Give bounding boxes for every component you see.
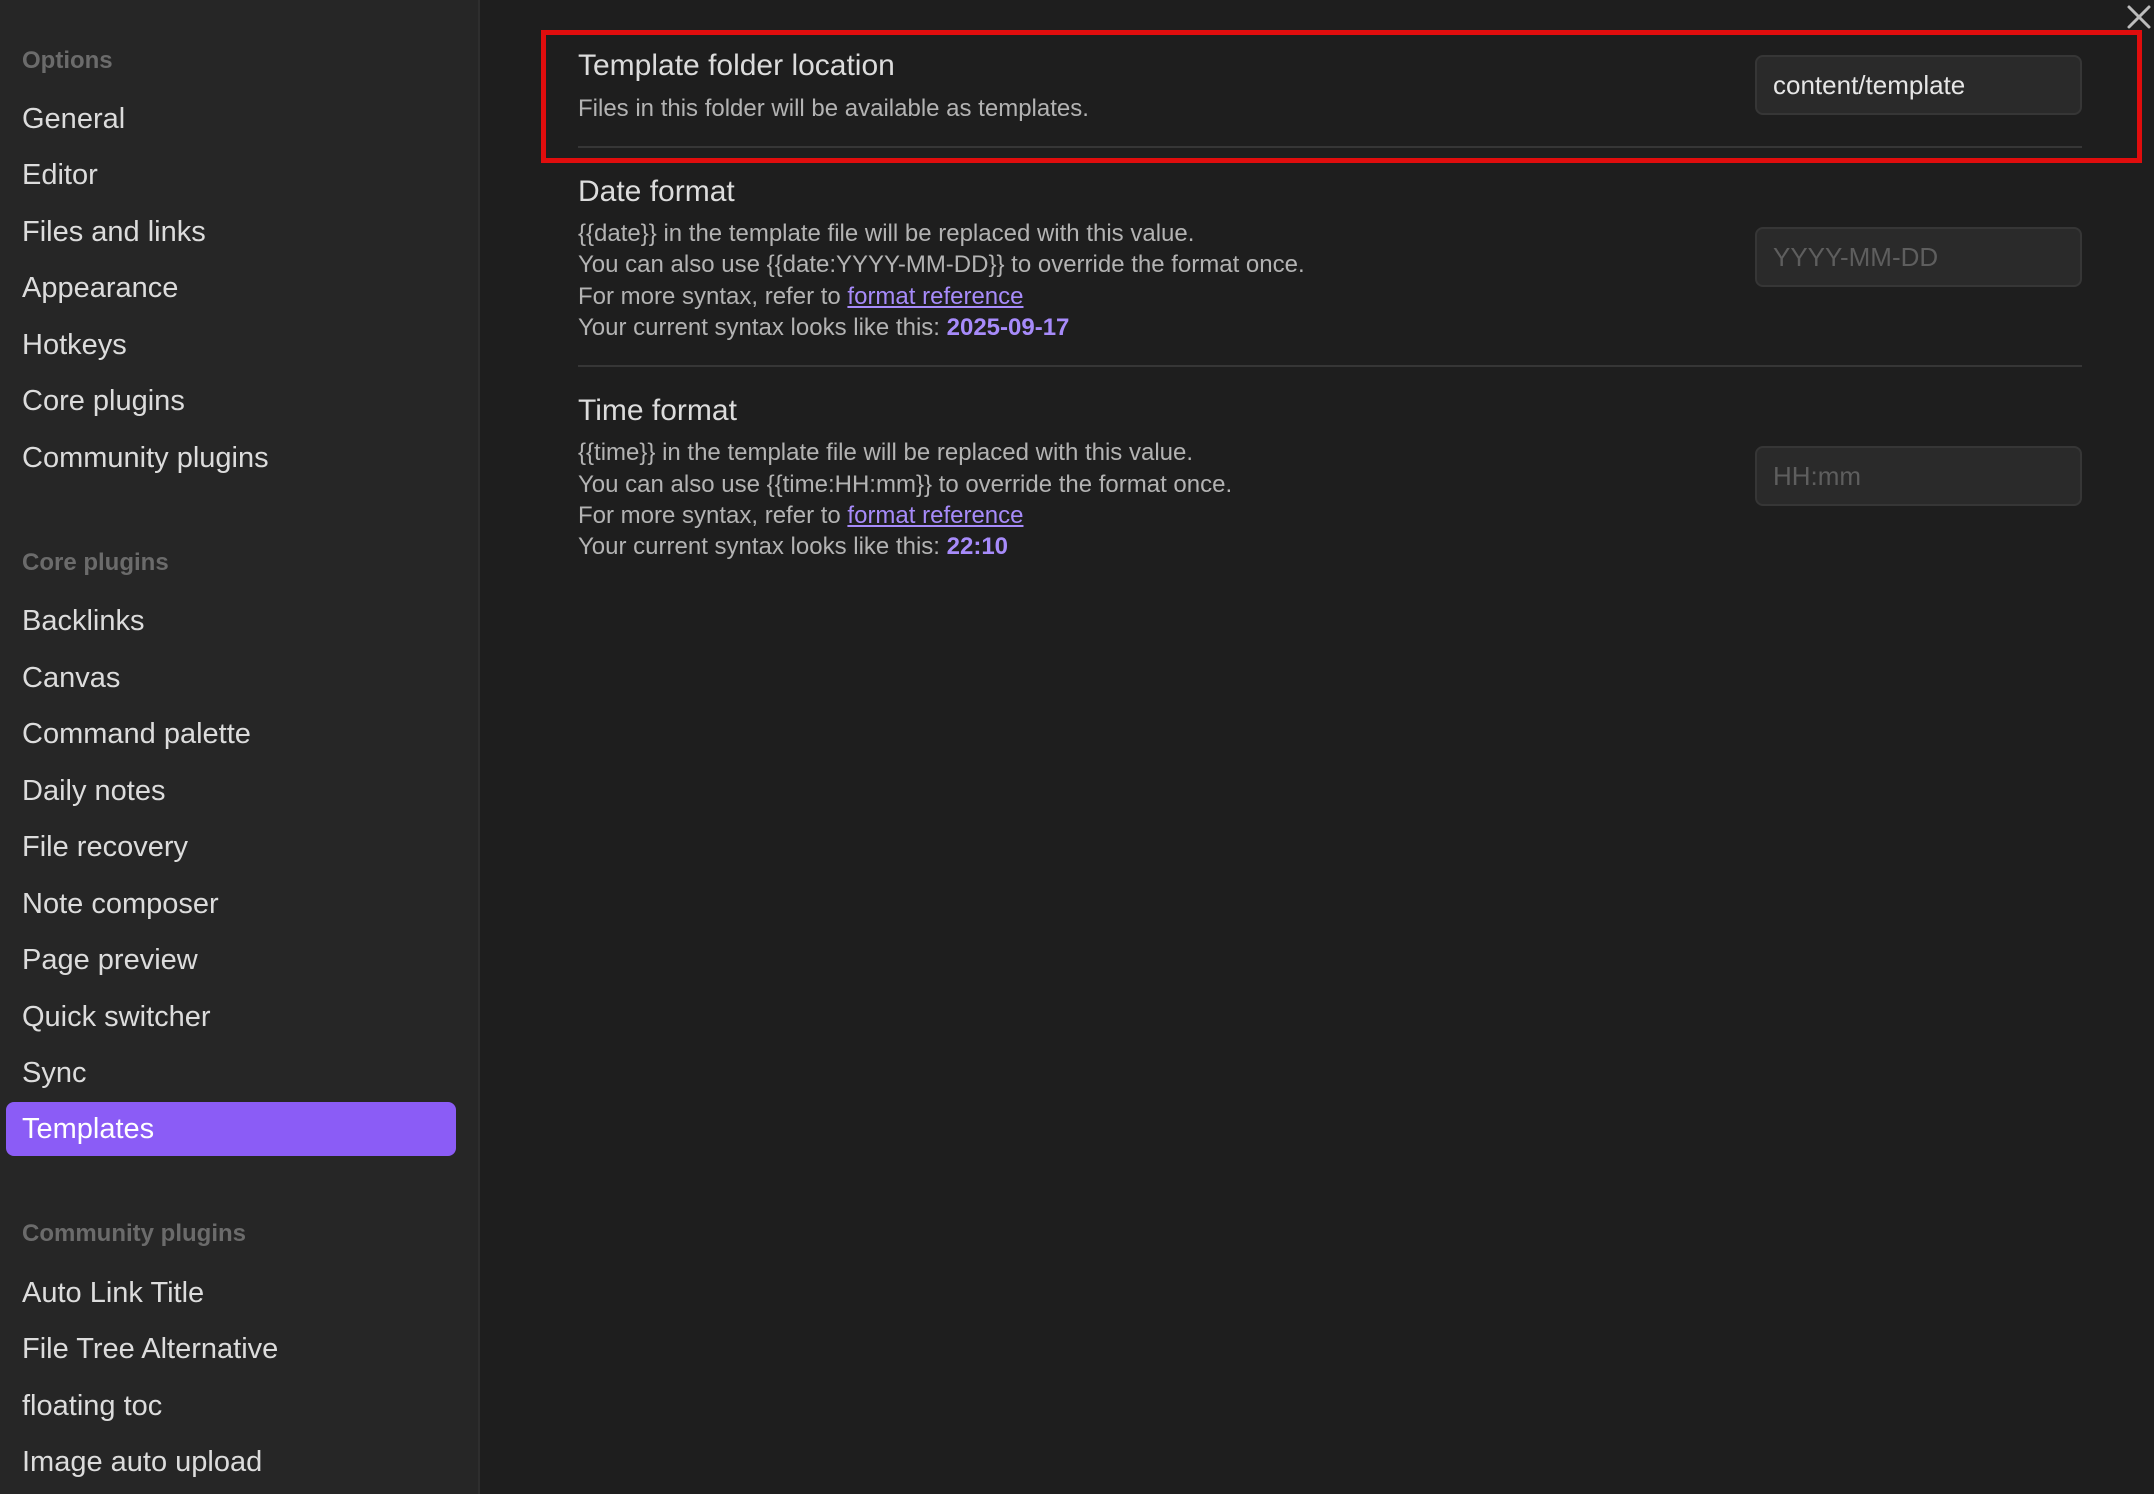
date-format-input[interactable] <box>1755 227 2082 287</box>
core-plugins-heading: Core plugins <box>22 549 169 576</box>
time-format-desc-line3-prefix: For more syntax, refer to <box>578 502 848 529</box>
template-folder-setting-name: Template folder location <box>578 49 895 82</box>
time-format-desc-line4-prefix: Your current syntax looks like this: <box>578 533 947 560</box>
sidebar-item-sync[interactable]: Sync <box>6 1046 456 1100</box>
setting-divider <box>578 365 2082 367</box>
date-format-desc-line1: {{date}} in the template file will be re… <box>578 220 1195 247</box>
date-format-desc-line3: For more syntax, refer to format referen… <box>578 281 1024 312</box>
time-format-desc-line4: Your current syntax looks like this: 22:… <box>578 531 1008 562</box>
sidebar-item-floating-toc[interactable]: floating toc <box>6 1379 456 1433</box>
date-format-desc-line3-prefix: For more syntax, refer to <box>578 283 848 310</box>
sidebar-item-daily-notes[interactable]: Daily notes <box>6 764 456 818</box>
sidebar-item-files-and-links[interactable]: Files and links <box>6 205 456 259</box>
options-heading: Options <box>22 47 113 74</box>
settings-window: Options General Editor Files and links A… <box>0 0 2154 1494</box>
sidebar-item-page-preview[interactable]: Page preview <box>6 933 456 987</box>
date-format-reference-link[interactable]: format reference <box>847 283 1023 310</box>
sidebar-item-backlinks[interactable]: Backlinks <box>6 594 456 648</box>
date-format-desc-line2: You can also use {{date:YYYY-MM-DD}} to … <box>578 251 1305 278</box>
sidebar-item-hotkeys[interactable]: Hotkeys <box>6 318 456 372</box>
time-format-desc-line1: {{time}} in the template file will be re… <box>578 439 1194 466</box>
setting-divider <box>578 146 2082 148</box>
sidebar-item-canvas[interactable]: Canvas <box>6 651 456 705</box>
time-format-preview: 22:10 <box>946 533 1009 560</box>
settings-sidebar: Options General Editor Files and links A… <box>0 0 480 1494</box>
sidebar-item-auto-link-title[interactable]: Auto Link Title <box>6 1266 456 1320</box>
time-format-desc-line2: You can also use {{time:HH:mm}} to overr… <box>578 471 1233 498</box>
sidebar-item-editor[interactable]: Editor <box>6 148 456 202</box>
sidebar-item-file-tree-alternative[interactable]: File Tree Alternative <box>6 1322 456 1376</box>
sidebar-item-note-composer[interactable]: Note composer <box>6 877 456 931</box>
sidebar-item-core-plugins[interactable]: Core plugins <box>6 374 456 428</box>
sidebar-item-general[interactable]: General <box>6 92 456 146</box>
community-plugins-heading: Community plugins <box>22 1220 246 1247</box>
date-format-desc-line4: Your current syntax looks like this: 202… <box>578 312 1069 343</box>
sidebar-item-templates[interactable]: Templates <box>6 1102 456 1156</box>
template-folder-setting-desc: Files in this folder will be available a… <box>578 95 1089 122</box>
time-format-desc-line3: For more syntax, refer to format referen… <box>578 500 1024 531</box>
time-format-setting-name: Time format <box>578 394 737 427</box>
date-format-desc-line4-prefix: Your current syntax looks like this: <box>578 314 947 341</box>
sidebar-item-command-palette[interactable]: Command palette <box>6 707 456 761</box>
date-format-setting-name: Date format <box>578 175 735 208</box>
sidebar-item-file-recovery[interactable]: File recovery <box>6 820 456 874</box>
date-format-preview: 2025-09-17 <box>946 314 1070 341</box>
sidebar-item-quick-switcher[interactable]: Quick switcher <box>6 990 456 1044</box>
close-icon[interactable] <box>2124 2 2154 32</box>
template-folder-input[interactable] <box>1755 55 2082 115</box>
sidebar-item-appearance[interactable]: Appearance <box>6 261 456 315</box>
sidebar-item-image-auto-upload[interactable]: Image auto upload <box>6 1435 456 1489</box>
time-format-reference-link[interactable]: format reference <box>847 502 1023 529</box>
time-format-input[interactable] <box>1755 446 2082 506</box>
sidebar-item-community-plugins[interactable]: Community plugins <box>6 431 456 485</box>
